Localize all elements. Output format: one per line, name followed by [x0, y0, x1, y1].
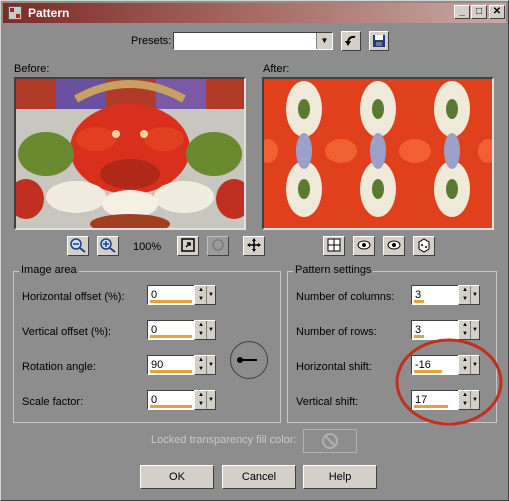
rotation-angle-label: Rotation angle: — [22, 361, 96, 373]
vertical-offset-input[interactable]: 0 — [147, 320, 195, 340]
zoom-in-button[interactable] — [97, 236, 119, 256]
value-slider-bar — [150, 335, 192, 338]
move-arrows-icon — [247, 238, 261, 252]
close-button[interactable]: ✕ — [489, 5, 505, 19]
presets-dropdown[interactable]: ▼ — [173, 32, 333, 50]
rotation-angle-spinner[interactable]: ▲ ▼ ▼ — [194, 355, 216, 375]
rotation-pointer-icon — [237, 357, 257, 363]
proof-button[interactable] — [323, 236, 345, 256]
zoom-out-button[interactable] — [67, 236, 89, 256]
pattern-settings-title: Pattern settings — [293, 264, 374, 276]
horizontal-offset-input[interactable]: 0 — [147, 285, 195, 305]
zoom-to-fit-button[interactable] — [177, 236, 199, 256]
value-slider-bar — [414, 300, 424, 303]
before-preview-image — [16, 79, 244, 228]
navigate-icon — [212, 239, 224, 251]
locked-fill-color-swatch[interactable] — [303, 429, 357, 453]
vertical-offset-label: Vertical offset (%): — [22, 326, 112, 338]
rotation-angle-input[interactable]: 90 — [147, 355, 195, 375]
chevron-down-icon[interactable]: ▼ — [316, 33, 332, 49]
grid-icon — [327, 238, 341, 252]
dice-icon — [418, 238, 430, 253]
zoom-out-icon — [70, 238, 86, 253]
zoom-fit-icon — [181, 238, 195, 252]
horizontal-offset-label: Horizontal offset (%): — [22, 291, 125, 303]
maximize-button[interactable]: □ — [471, 5, 487, 19]
eye-lock-icon — [357, 240, 371, 250]
randomize-button[interactable] — [413, 236, 435, 256]
floppy-disk-icon — [373, 35, 385, 47]
after-label: After: — [263, 63, 290, 75]
value-slider-bar — [150, 370, 192, 373]
reset-preset-button[interactable] — [341, 31, 361, 51]
eye-preview-button[interactable] — [383, 236, 405, 256]
eye-icon — [387, 240, 401, 250]
rotation-dial[interactable] — [230, 341, 268, 379]
cancel-button[interactable]: Cancel — [222, 465, 296, 489]
rows-label: Number of rows: — [296, 326, 377, 338]
horizontal-shift-label: Horizontal shift: — [296, 361, 372, 373]
title-bar: Pattern — [3, 3, 506, 23]
vertical-offset-spinner[interactable]: ▲ ▼ ▼ — [194, 320, 216, 340]
value-slider-bar — [150, 300, 192, 303]
pan-button[interactable] — [243, 236, 265, 256]
value-slider-bar — [150, 405, 192, 408]
save-preset-button[interactable] — [369, 31, 389, 51]
minimize-button[interactable]: _ — [454, 5, 470, 19]
reset-arrow-icon — [345, 35, 356, 46]
auto-proof-button[interactable] — [353, 236, 375, 256]
no-symbol-icon — [322, 433, 338, 449]
columns-input[interactable]: 3 — [411, 285, 459, 305]
columns-spinner[interactable]: ▲ ▼ ▼ — [458, 285, 480, 305]
window-title: Pattern — [28, 6, 70, 20]
help-button[interactable]: Help — [303, 465, 377, 489]
locked-fill-label: Locked transparency fill color: — [151, 434, 297, 446]
zoom-level: 100% — [133, 241, 162, 253]
image-area-title: Image area — [19, 264, 79, 276]
columns-label: Number of columns: — [296, 291, 395, 303]
scale-factor-input[interactable]: 0 — [147, 390, 195, 410]
ok-button[interactable]: OK — [140, 465, 214, 489]
presets-label: Presets: — [131, 35, 172, 47]
vertical-shift-label: Vertical shift: — [296, 396, 359, 408]
navigate-button[interactable] — [207, 236, 229, 256]
horizontal-offset-spinner[interactable]: ▲ ▼ ▼ — [194, 285, 216, 305]
after-preview — [262, 77, 494, 230]
before-preview[interactable] — [14, 77, 246, 230]
highlight-circle-annotation — [395, 338, 503, 426]
before-label: Before: — [14, 63, 50, 75]
pattern-dialog: Pattern _ □ ✕ Presets: ▼ Before: After: — [0, 0, 509, 501]
scale-factor-label: Scale factor: — [22, 396, 84, 408]
zoom-in-icon — [100, 238, 116, 253]
app-icon — [8, 6, 22, 20]
scale-factor-spinner[interactable]: ▲ ▼ ▼ — [194, 390, 216, 410]
after-preview-image — [264, 79, 492, 228]
